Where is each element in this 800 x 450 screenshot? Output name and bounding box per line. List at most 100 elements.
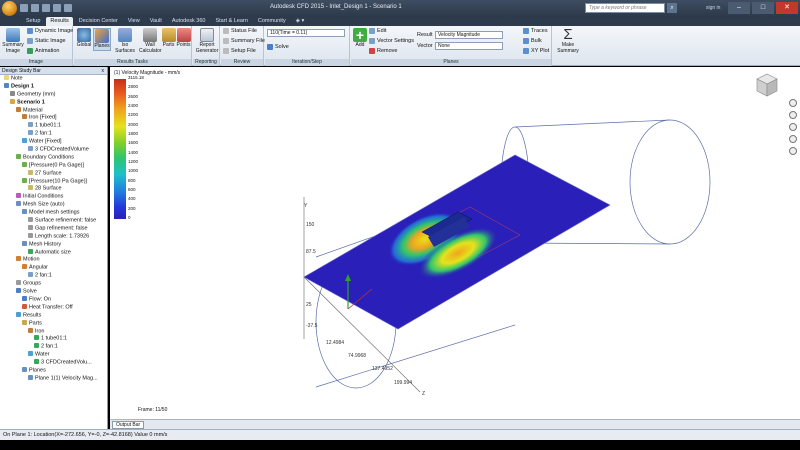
global-button[interactable]: Global	[76, 28, 92, 49]
tree-item[interactable]: [Pressure(10 Pa Gage)]	[0, 177, 107, 186]
tree-item[interactable]: 1 tube01:1	[0, 335, 107, 343]
sign-in-link[interactable]: sign in	[706, 5, 720, 11]
new-icon[interactable]	[20, 4, 28, 12]
tree-item[interactable]: Water [Fixed]	[0, 138, 107, 146]
planes-button[interactable]: Planes	[93, 28, 111, 51]
tree-item[interactable]: Gap refinement: false	[0, 224, 107, 233]
iteration-panel-title: Iteration/Step	[265, 59, 349, 66]
status-file-button[interactable]: Status File	[223, 28, 257, 34]
tree-item[interactable]: Iron [Fixed]	[0, 114, 107, 122]
tree-item[interactable]: Plane 1(1) Velocity Mag...	[0, 374, 107, 383]
report-generator-button[interactable]: Report Generator	[195, 28, 219, 54]
redo-icon[interactable]	[64, 4, 72, 12]
tree-item[interactable]: Geometry (mm)	[0, 90, 107, 99]
tab-setup[interactable]: Setup	[22, 17, 44, 26]
summary-image-button[interactable]: Summary Image	[2, 28, 24, 54]
search-icon[interactable]: ⌕	[667, 3, 677, 13]
tree-item[interactable]: Heat Transfer: Off	[0, 303, 107, 312]
vector-settings-button[interactable]: Vector Settings	[369, 38, 414, 44]
tree-item[interactable]: Groups	[0, 280, 107, 288]
summary-file-button[interactable]: Summary File	[223, 38, 265, 44]
setup-file-button[interactable]: Setup File	[223, 48, 256, 54]
tree-item[interactable]: [Pressure(0 Pa Gage)]	[0, 161, 107, 170]
static-image-button[interactable]: Static Image	[27, 38, 66, 44]
tab-decision-center[interactable]: Decision Center	[75, 17, 122, 26]
orbit-icon[interactable]	[789, 135, 797, 143]
animation-button[interactable]: Animation	[27, 48, 59, 54]
dynamic-image-button[interactable]: Dynamic Image	[27, 28, 73, 34]
tree-item[interactable]: Model mesh settings	[0, 209, 107, 217]
tree-item[interactable]: Boundary Conditions	[0, 153, 107, 162]
points-button[interactable]: Points	[176, 28, 191, 49]
bulk-button[interactable]: Bulk	[523, 38, 542, 44]
add-plane-button[interactable]: + Add	[353, 28, 367, 49]
tree-item[interactable]: 2 fan:1	[0, 343, 107, 351]
look-icon[interactable]	[789, 147, 797, 155]
close-panel-icon[interactable]: x	[102, 67, 105, 75]
tab-start-learn[interactable]: Start & Learn	[211, 17, 251, 26]
traces-button[interactable]: Traces	[523, 28, 548, 34]
help-search-input[interactable]: Type a keyword or phrase	[585, 3, 665, 13]
view-cube[interactable]	[756, 73, 778, 97]
tree-item[interactable]: Iron	[0, 327, 107, 336]
tree-item[interactable]: 3 CFDCreatedVolume	[0, 146, 107, 154]
tree-item[interactable]: Mesh Size (auto)	[0, 201, 107, 209]
steering-wheel-icon[interactable]	[789, 99, 797, 107]
result-select[interactable]: Velocity Magnitude	[435, 31, 503, 39]
model-view[interactable]: Y Z 150 87.5 25 -37.5 12.4984 74.9968 13…	[110, 67, 800, 419]
tree-item[interactable]: Water	[0, 351, 107, 359]
parts-button[interactable]: Parts	[162, 28, 176, 49]
tree-item[interactable]: 2 fan:1	[0, 130, 107, 138]
output-bar-tab[interactable]: Output Bar	[112, 421, 145, 429]
pan-icon[interactable]	[789, 111, 797, 119]
edit-plane-button[interactable]: Edit	[369, 28, 386, 34]
iso-surfaces-button[interactable]: Iso Surfaces	[112, 28, 138, 54]
tree-item[interactable]: 3 CFDCreatedVolu...	[0, 359, 107, 367]
tree-item[interactable]: Motion	[0, 256, 107, 264]
tab-results[interactable]: Results	[46, 17, 73, 26]
tree-item[interactable]: Parts	[0, 319, 107, 328]
tree-item[interactable]: 27 Surface	[0, 169, 107, 178]
tree-item[interactable]: Scenario 1	[0, 98, 107, 107]
tree-item[interactable]: 1 tube01:1	[0, 122, 107, 130]
status-file-icon	[223, 28, 229, 34]
open-icon[interactable]	[31, 4, 39, 12]
save-icon[interactable]	[42, 4, 50, 12]
tree-item[interactable]: Angular	[0, 264, 107, 272]
vector-select[interactable]: None	[435, 42, 503, 50]
tree-item[interactable]: Length scale: 1.73926	[0, 232, 107, 241]
tree-item[interactable]: Mesh History	[0, 240, 107, 249]
tree-item[interactable]: 2 fan:1	[0, 272, 107, 280]
tab-view[interactable]: View	[124, 17, 144, 26]
tree-item[interactable]: Automatic size	[0, 248, 107, 257]
tree-item[interactable]: Material	[0, 106, 107, 115]
tree-item[interactable]: Note	[0, 75, 107, 83]
tree-item[interactable]: Results	[0, 311, 107, 320]
app-menu-button[interactable]	[2, 1, 17, 16]
tree-item[interactable]: Solve	[0, 288, 107, 296]
zoom-icon[interactable]	[789, 123, 797, 131]
wall-calculator-button[interactable]: Wall Calculator	[139, 28, 162, 54]
tab-vault[interactable]: Vault	[146, 17, 166, 26]
scenario-icon	[10, 98, 15, 104]
graphics-viewport[interactable]: (1) Velocity Magnitude - mm/s 3115.18 280…	[110, 67, 800, 419]
tree-item[interactable]: Flow: On	[0, 295, 107, 304]
undo-icon[interactable]	[53, 4, 61, 12]
tab-autodesk-360[interactable]: Autodesk 360	[168, 17, 210, 26]
tree-item[interactable]: Initial Conditions	[0, 193, 107, 201]
tab--[interactable]: ◈ ▾	[292, 17, 309, 26]
close-button[interactable]: ✕	[776, 2, 798, 14]
solve-button[interactable]: Solve	[267, 44, 289, 50]
remove-plane-button[interactable]: Remove	[369, 48, 397, 54]
xy-plot-button[interactable]: XY Plot	[523, 48, 549, 54]
make-summary-button[interactable]: Σ Make Summary	[555, 27, 581, 54]
tree-item[interactable]: Surface refinement: false	[0, 217, 107, 225]
tab-community[interactable]: Community	[254, 17, 290, 26]
minimize-button[interactable]: –	[728, 2, 750, 14]
tree-item[interactable]: Planes	[0, 366, 107, 375]
maximize-button[interactable]: □	[752, 2, 774, 14]
motion-icon	[16, 256, 21, 262]
tree-item[interactable]: 28 Surface	[0, 185, 107, 193]
iteration-select[interactable]: 110(Time = 0.11)	[267, 29, 345, 37]
tree-item[interactable]: Design 1	[0, 82, 107, 91]
